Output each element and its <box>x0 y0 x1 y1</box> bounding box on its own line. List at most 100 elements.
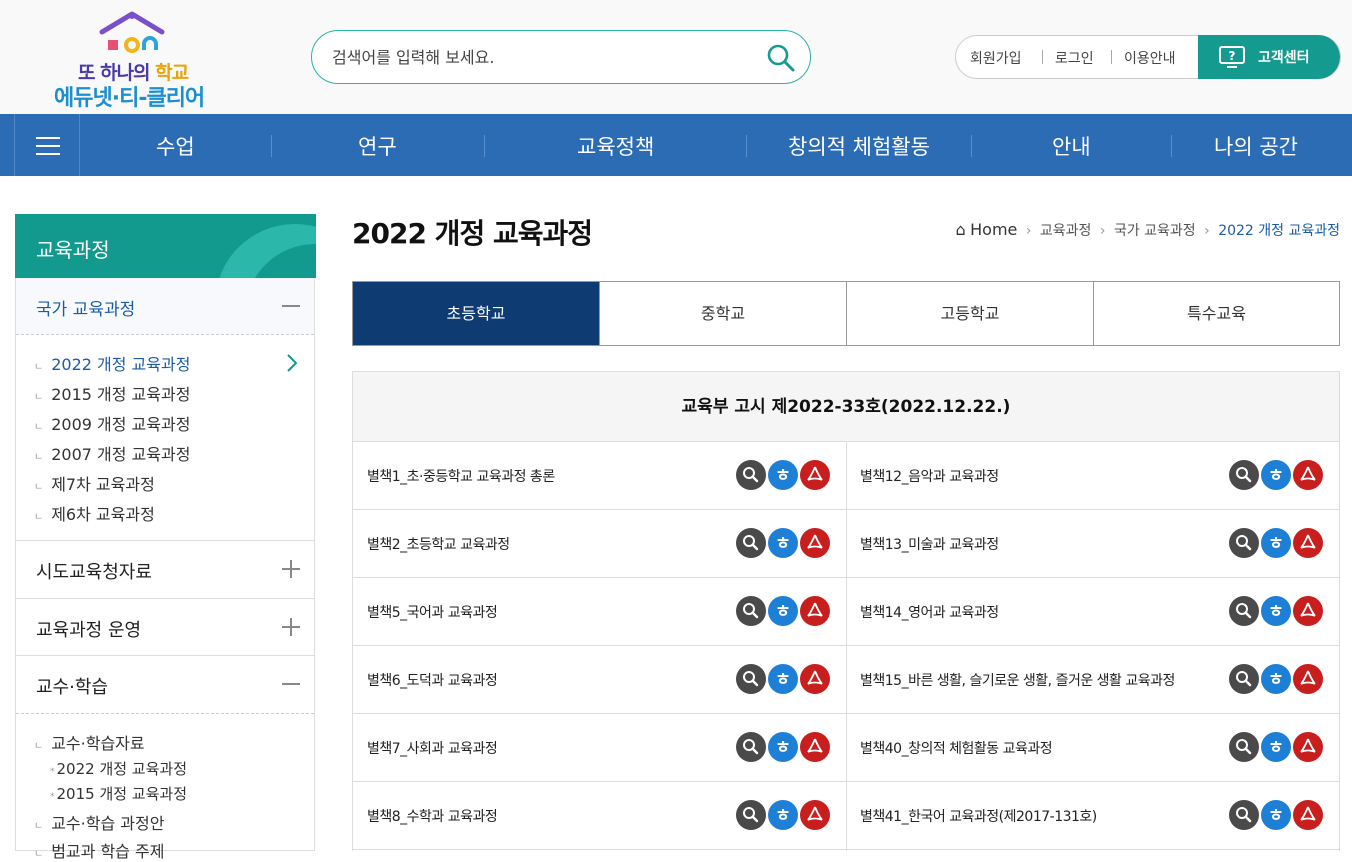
nav-item-my-space[interactable]: 나의 공간 <box>1214 131 1298 161</box>
svg-text:ㅎ: ㅎ <box>1268 602 1284 622</box>
doc-cell: 별책8_수학과 교육과정 ㅎ <box>353 782 846 849</box>
breadcrumb-current[interactable]: 2022 개정 교육과정 <box>1218 223 1340 239</box>
doc-title[interactable]: 별책12_음악과 교육과정 <box>860 466 999 486</box>
menu-hamburger-icon[interactable] <box>14 114 80 176</box>
minus-icon[interactable] <box>282 297 300 315</box>
nav-item-activities[interactable]: 창의적 체험활동 <box>788 131 930 161</box>
divider <box>971 135 972 157</box>
doc-title[interactable]: 별책2_초등학교 교육과정 <box>367 534 510 554</box>
hwp-download-button[interactable]: ㅎ <box>1261 460 1291 490</box>
submenu-item-materials[interactable]: ㄴ 교수·학습자료 <box>34 730 145 754</box>
pdf-download-button[interactable] <box>800 460 830 490</box>
submenu-item-2022[interactable]: ㄴ 2022 개정 교육과정 <box>34 351 190 375</box>
doc-title[interactable]: 별책7_사회과 교육과정 <box>367 738 498 758</box>
logo-line2: 에듀넷·티-클리어 <box>54 86 205 111</box>
hwp-download-button[interactable]: ㅎ <box>1261 664 1291 694</box>
submenu-item-lesson-plan[interactable]: ㄴ 교수·학습 과정안 <box>34 810 164 834</box>
hwp-download-button[interactable]: ㅎ <box>768 664 798 694</box>
view-button[interactable] <box>1229 732 1259 762</box>
submenu-item-materials-2015[interactable]: * 2015 개정 교육과정 <box>50 783 187 804</box>
nav-item-research[interactable]: 연구 <box>358 131 397 161</box>
doc-title[interactable]: 별책1_초·중등학교 교육과정 총론 <box>367 466 555 486</box>
hwp-download-button[interactable]: ㅎ <box>768 732 798 762</box>
pdf-download-button[interactable] <box>1293 732 1323 762</box>
hwp-download-button[interactable]: ㅎ <box>1261 596 1291 626</box>
view-button[interactable] <box>736 528 766 558</box>
breadcrumb-item[interactable]: 교육과정 <box>1040 223 1092 239</box>
submenu-item-2009[interactable]: ㄴ 2009 개정 교육과정 <box>34 411 190 435</box>
hwp-download-button[interactable]: ㅎ <box>768 596 798 626</box>
view-button[interactable] <box>1229 460 1259 490</box>
tab-special[interactable]: 특수교육 <box>1094 282 1339 345</box>
doc-title[interactable]: 별책40_창의적 체험활동 교육과정 <box>860 738 1053 758</box>
pdf-download-button[interactable] <box>800 732 830 762</box>
school-level-tabs: 초등학교 중학교 고등학교 특수교육 <box>352 281 1340 346</box>
pdf-download-button[interactable] <box>1293 460 1323 490</box>
hwp-download-button[interactable]: ㅎ <box>1261 800 1291 830</box>
doc-actions: ㅎ <box>736 664 830 696</box>
pdf-download-button[interactable] <box>1293 596 1323 626</box>
hwp-download-button[interactable]: ㅎ <box>1261 528 1291 558</box>
nav-item-guide[interactable]: 안내 <box>1052 131 1091 161</box>
pdf-download-button[interactable] <box>800 596 830 626</box>
view-button[interactable] <box>736 460 766 490</box>
hwp-download-button[interactable]: ㅎ <box>768 460 798 490</box>
site-logo[interactable]: 또 하나의 학교 에듀넷·티-클리어 <box>54 10 214 111</box>
divider <box>1171 135 1172 157</box>
nav-item-class[interactable]: 수업 <box>156 131 195 161</box>
doc-title[interactable]: 별책41_한국어 교육과정(제2017-131호) <box>860 806 1097 826</box>
search-input[interactable] <box>332 43 752 71</box>
doc-title[interactable]: 별책8_수학과 교육과정 <box>367 806 498 826</box>
view-button[interactable] <box>736 664 766 694</box>
pdf-icon <box>800 528 830 562</box>
magnifier-icon <box>736 596 766 630</box>
signup-link[interactable]: 회원가입 <box>970 48 1022 68</box>
submenu-item-2007[interactable]: ㄴ 2007 개정 교육과정 <box>34 441 190 465</box>
view-button[interactable] <box>1229 596 1259 626</box>
tab-middle[interactable]: 중학교 <box>600 282 847 345</box>
sidebar-item-teaching[interactable]: 교수·학습 <box>16 656 314 714</box>
view-button[interactable] <box>736 596 766 626</box>
view-button[interactable] <box>736 732 766 762</box>
sidebar-item-national-curriculum[interactable]: 국가 교육과정 <box>16 278 314 335</box>
hwp-download-button[interactable]: ㅎ <box>768 528 798 558</box>
search-icon[interactable] <box>766 43 796 73</box>
pdf-download-button[interactable] <box>800 528 830 558</box>
sidebar-item-provincial[interactable]: 시도교육청자료 <box>16 541 314 599</box>
customer-center-button[interactable]: ? 고객센터 <box>1198 35 1340 79</box>
login-link[interactable]: 로그인 <box>1055 48 1094 68</box>
doc-title[interactable]: 별책13_미술과 교육과정 <box>860 534 999 554</box>
view-button[interactable] <box>1229 664 1259 694</box>
doc-title[interactable]: 별책5_국어과 교육과정 <box>367 602 498 622</box>
view-button[interactable] <box>1229 800 1259 830</box>
guide-link[interactable]: 이용안내 <box>1124 48 1176 68</box>
pdf-download-button[interactable] <box>1293 664 1323 694</box>
minus-icon[interactable] <box>282 675 300 693</box>
hwp-download-button[interactable]: ㅎ <box>1261 732 1291 762</box>
submenu-item-7th[interactable]: ㄴ 제7차 교육과정 <box>34 471 155 495</box>
view-button[interactable] <box>736 800 766 830</box>
plus-icon[interactable] <box>282 618 300 636</box>
svg-text:?: ? <box>1229 49 1236 63</box>
submenu-item-cross-curricular[interactable]: ㄴ 범교과 학습 주제 <box>34 838 164 862</box>
submenu-item-2015[interactable]: ㄴ 2015 개정 교육과정 <box>34 381 190 405</box>
breadcrumb-item[interactable]: 국가 교육과정 <box>1114 223 1196 239</box>
submenu-item-6th[interactable]: ㄴ 제6차 교육과정 <box>34 501 155 525</box>
view-button[interactable] <box>1229 528 1259 558</box>
pdf-download-button[interactable] <box>1293 528 1323 558</box>
breadcrumb-home[interactable]: Home <box>970 220 1017 239</box>
tab-high[interactable]: 고등학교 <box>847 282 1094 345</box>
pdf-download-button[interactable] <box>800 664 830 694</box>
hwp-download-button[interactable]: ㅎ <box>768 800 798 830</box>
nav-item-policy[interactable]: 교육정책 <box>577 131 654 161</box>
plus-icon[interactable] <box>282 560 300 578</box>
tab-elementary[interactable]: 초등학교 <box>353 282 600 345</box>
sidebar-item-operation[interactable]: 교육과정 운영 <box>16 599 314 656</box>
doc-title[interactable]: 별책6_도덕과 교육과정 <box>367 670 498 690</box>
submenu-item-materials-2022[interactable]: * 2022 개정 교육과정 <box>50 758 187 779</box>
doc-title[interactable]: 별책15_바른 생활, 슬기로운 생활, 즐거운 생활 교육과정 <box>860 670 1175 690</box>
table-row: 별책8_수학과 교육과정 ㅎ 별책41_한국어 교육과정(제2017-131호) ㅎ <box>353 782 1339 850</box>
pdf-download-button[interactable] <box>1293 800 1323 830</box>
doc-title[interactable]: 별책14_영어과 교육과정 <box>860 602 999 622</box>
pdf-download-button[interactable] <box>800 800 830 830</box>
